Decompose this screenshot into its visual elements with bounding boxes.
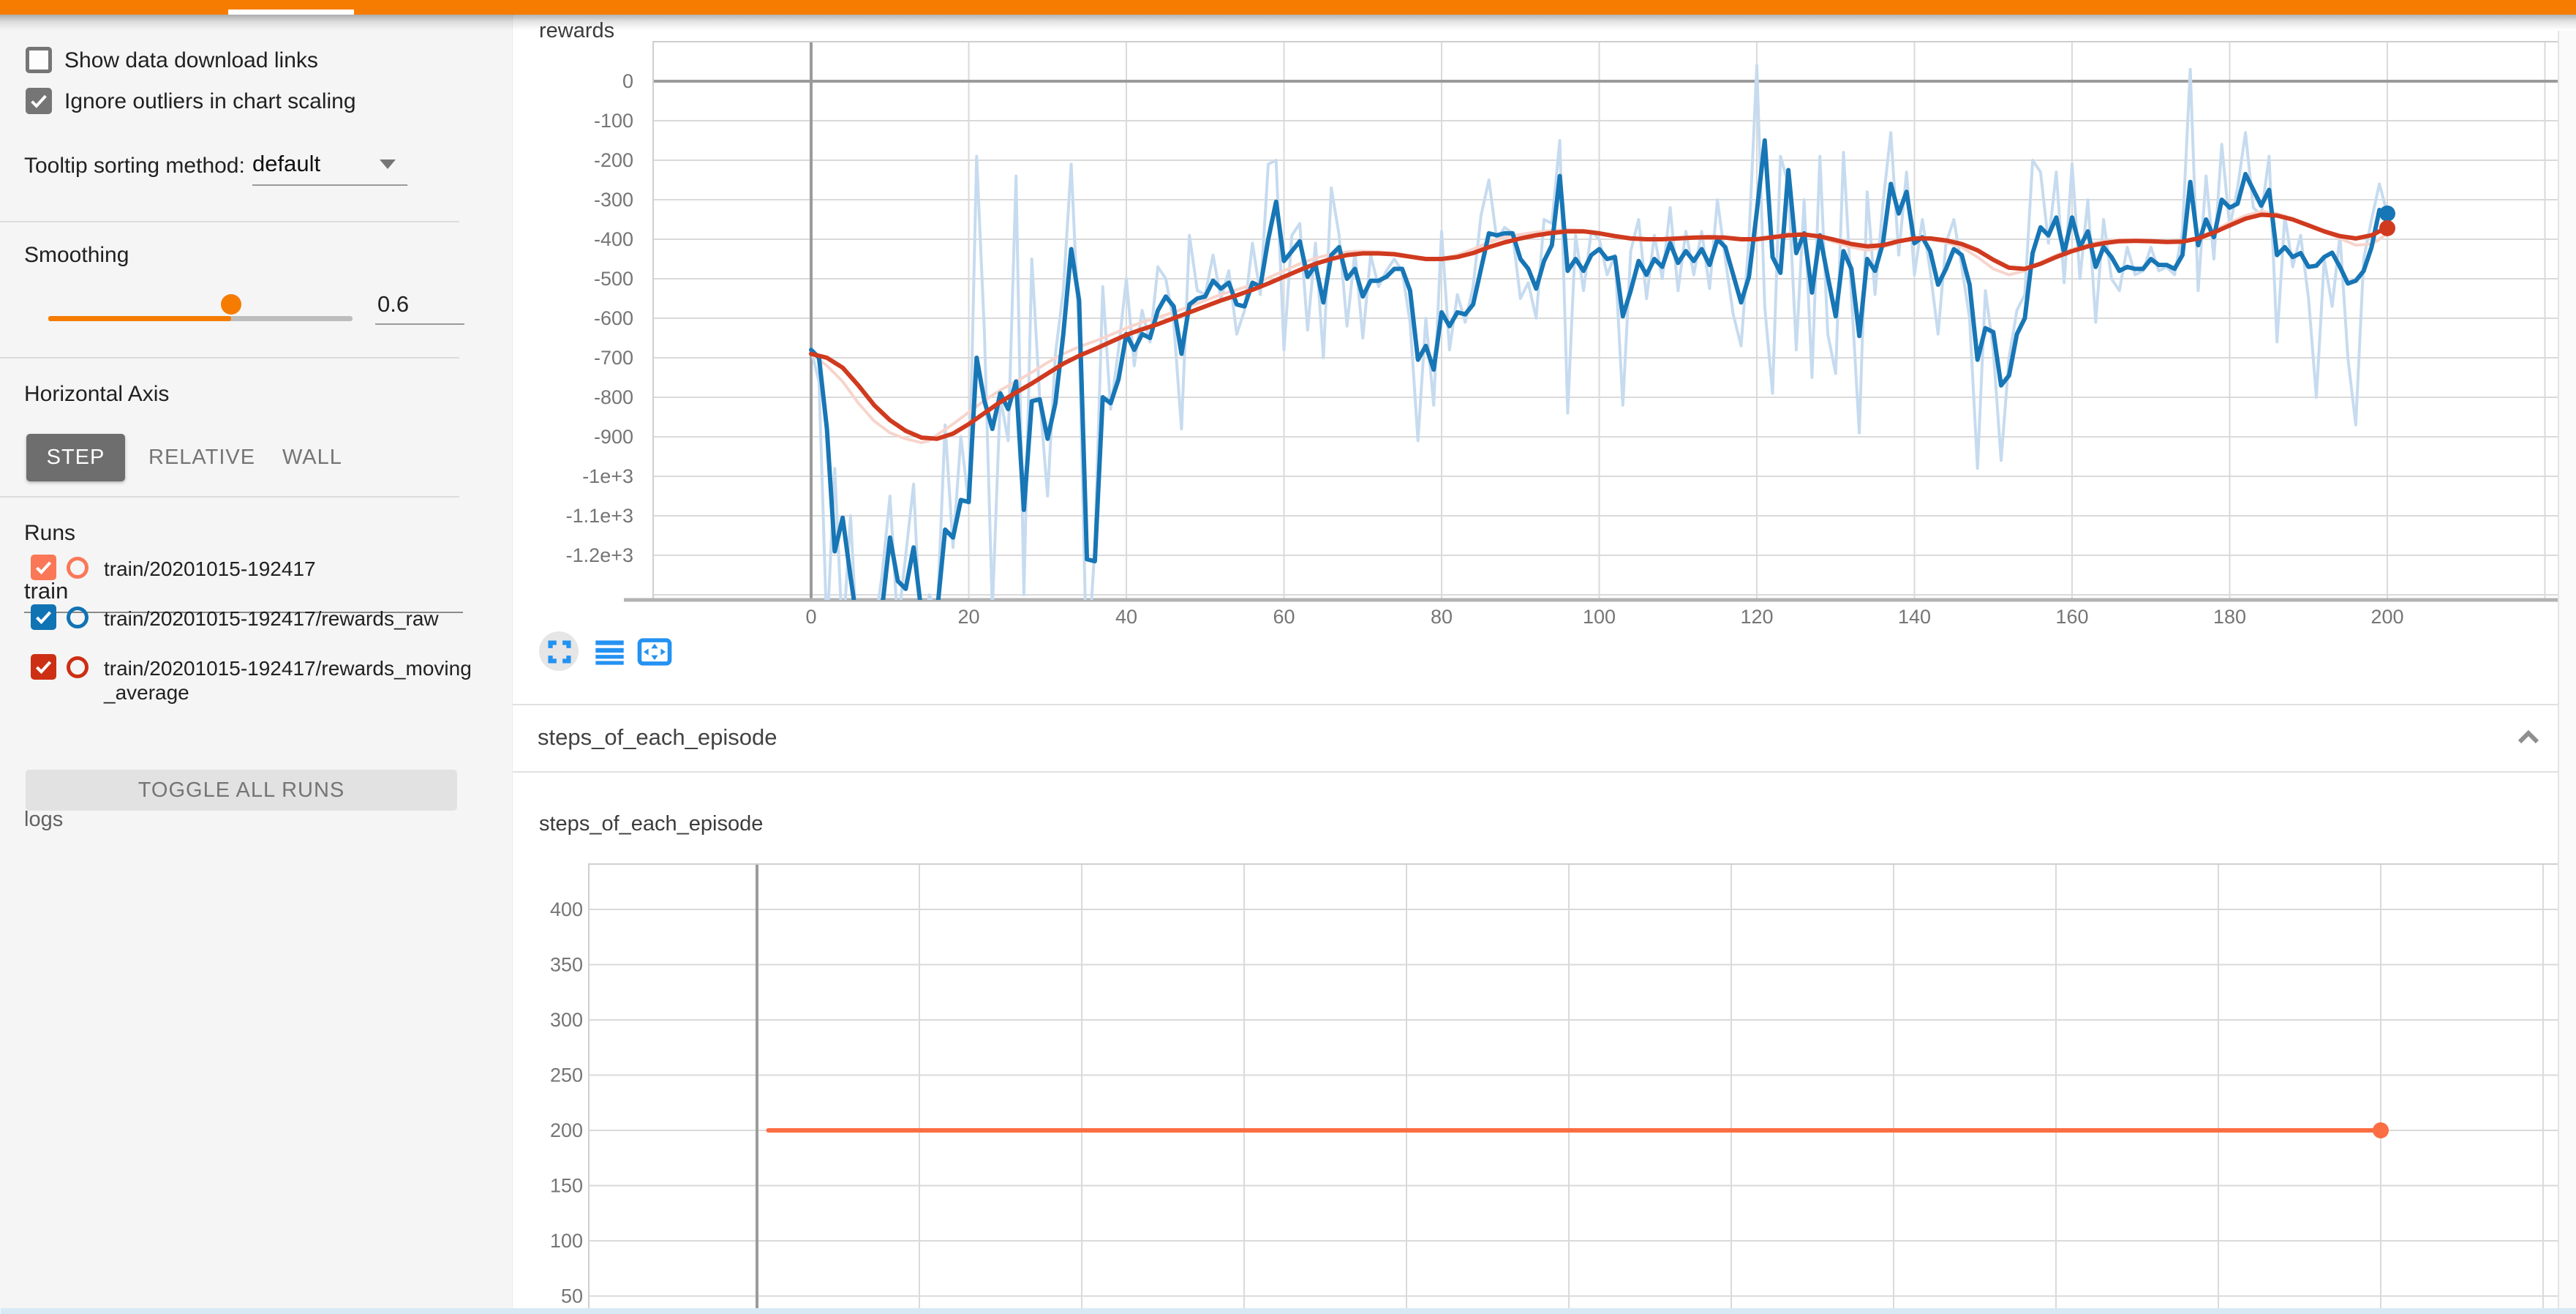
x-tick-label: 0: [805, 606, 816, 628]
y-tick-label: -500: [594, 268, 633, 290]
y-tick-label: -700: [594, 347, 633, 369]
run-checkbox[interactable]: [31, 604, 56, 630]
y-tick-label: -600: [594, 307, 633, 329]
y-tick-label: -200: [594, 149, 633, 171]
settings-sidebar: Show data download links Ignore outliers…: [0, 15, 512, 1314]
y-tick-label: -800: [594, 386, 633, 408]
y-tick-label: -900: [594, 426, 633, 448]
x-tick-label: 200: [2370, 606, 2403, 628]
section-title: steps_of_each_episode: [538, 724, 777, 751]
smoothing-slider-fill: [48, 316, 231, 321]
horizontal-axis-relative-button[interactable]: RELATIVE: [148, 434, 233, 481]
horizontal-scrollbar[interactable]: [1, 1308, 2576, 1314]
x-tick-label: 100: [1583, 606, 1616, 628]
ignore-outliers-label[interactable]: Ignore outliers in chart scaling: [64, 89, 356, 114]
horizontal-axis-step-button[interactable]: STEP: [26, 434, 125, 481]
toggle-all-runs-button[interactable]: TOGGLE ALL RUNS: [26, 770, 457, 811]
divider: [0, 357, 459, 358]
y-tick-label: 400: [550, 898, 583, 920]
log-scale-icon[interactable]: [589, 631, 630, 672]
section-divider: [513, 771, 2576, 773]
y-tick-label: -1.1e+3: [566, 505, 633, 527]
tooltip-sorting-select[interactable]: default: [252, 151, 320, 177]
show-data-download-links-label[interactable]: Show data download links: [64, 48, 318, 73]
run-color-ring: [67, 557, 88, 579]
runs-label: Runs: [24, 521, 75, 546]
x-tick-label: 120: [1740, 606, 1773, 628]
y-tick-label: 50: [561, 1285, 583, 1307]
divider: [0, 221, 459, 222]
fullscreen-icon[interactable]: [539, 631, 580, 672]
y-tick-label: 150: [550, 1175, 583, 1197]
series-end-dot: [2373, 1122, 2389, 1138]
x-tick-label: 160: [2055, 606, 2088, 628]
tooltip-sorting-underline: [252, 184, 407, 186]
fit-domain-icon[interactable]: [634, 631, 675, 672]
x-tick-label: 180: [2213, 606, 2246, 628]
steps-line-chart[interactable]: 400 350 300 250 200 150 100 50: [513, 805, 2576, 1314]
y-tick-label: 250: [550, 1065, 583, 1086]
run-label[interactable]: train/20201015-192417: [104, 557, 473, 581]
y-tick-label: -1e+3: [582, 465, 633, 487]
check-icon: [33, 607, 54, 628]
horizontal-axis-wall-button[interactable]: WALL: [282, 434, 331, 481]
horizontal-axis-label: Horizontal Axis: [24, 382, 169, 407]
logs-footer-label: logs: [24, 808, 63, 832]
run-checkbox[interactable]: [31, 654, 56, 680]
check-icon: [28, 90, 50, 112]
y-tick-label: -100: [594, 110, 633, 132]
plot-border: [589, 864, 2562, 1314]
show-data-download-links-checkbox[interactable]: [26, 47, 52, 73]
y-tick-label: 300: [550, 1009, 583, 1031]
y-tick-label: -400: [594, 228, 633, 250]
check-icon: [33, 557, 54, 578]
run-checkbox[interactable]: [31, 555, 56, 580]
series-end-dot: [2379, 220, 2395, 236]
smoothing-slider-knob[interactable]: [221, 294, 241, 315]
run-label[interactable]: train/20201015-192417/rewards_moving_ave…: [104, 656, 473, 705]
smoothing-value-underline: [375, 323, 464, 325]
y-tick-label: 350: [550, 954, 583, 976]
active-tab-indicator: [228, 10, 354, 15]
x-tick-label: 60: [1273, 606, 1295, 628]
y-tick-label: -1.2e+3: [566, 544, 633, 566]
series-end-dot: [2379, 206, 2395, 222]
rewards-line-chart[interactable]: 0 -100 -200 -300 -400 -500 -600 -700 -800 -900 -1e…: [513, 15, 2576, 658]
header-shadow: [0, 15, 2576, 31]
scalars-dashboard: rewards 0-100-200-300-400-500-600-700-80…: [512, 15, 2576, 1314]
app-header-bar: [0, 0, 2576, 15]
chevron-up-icon[interactable]: [2512, 721, 2545, 754]
chevron-down-icon[interactable]: [380, 159, 396, 169]
tooltip-sorting-label: Tooltip sorting method:: [24, 154, 245, 179]
y-tick-label: 100: [550, 1230, 583, 1252]
vertical-scrollbar[interactable]: [2558, 31, 2576, 1314]
x-tick-label: 40: [1115, 606, 1137, 628]
x-tick-label: 80: [1431, 606, 1453, 628]
y-tick-label: 0: [622, 70, 633, 92]
run-label[interactable]: train/20201015-192417/rewards_raw: [104, 607, 473, 631]
y-tick-label: -300: [594, 189, 633, 211]
ignore-outliers-checkbox[interactable]: [26, 88, 52, 114]
run-color-ring: [67, 656, 88, 678]
smoothing-value[interactable]: 0.6: [377, 291, 409, 318]
smoothing-label: Smoothing: [24, 243, 129, 268]
x-tick-label: 20: [957, 606, 979, 628]
section-header-steps-of-each-episode[interactable]: steps_of_each_episode: [513, 705, 2576, 771]
divider: [0, 496, 459, 498]
y-tick-label: 200: [550, 1119, 583, 1141]
run-color-ring: [67, 607, 88, 628]
check-icon: [33, 656, 54, 677]
x-tick-label: 140: [1898, 606, 1931, 628]
